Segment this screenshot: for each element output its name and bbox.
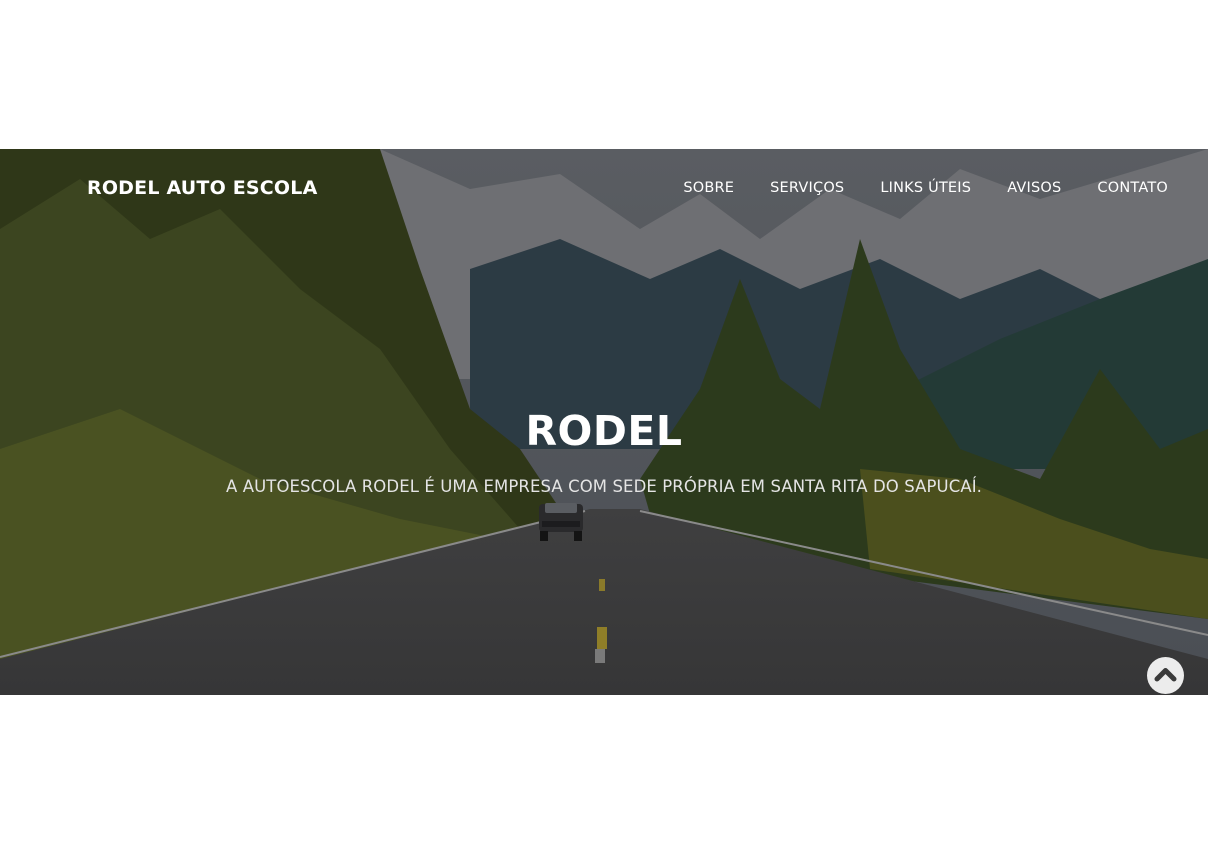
nav-links-uteis[interactable]: LINKS ÚTEIS xyxy=(880,180,971,196)
brand-logo[interactable]: RODEL AUTO ESCOLA xyxy=(87,177,318,199)
hero-section: RODEL AUTO ESCOLA SOBRE SERVIÇOS LINKS Ú… xyxy=(0,149,1208,695)
nav-contato[interactable]: CONTATO xyxy=(1097,180,1168,196)
nav-sobre[interactable]: SOBRE xyxy=(683,180,734,196)
nav-avisos[interactable]: AVISOS xyxy=(1007,180,1061,196)
scroll-to-top-button[interactable] xyxy=(1147,657,1184,694)
hero-title: RODEL xyxy=(525,407,683,455)
hero-subtitle: A AUTOESCOLA RODEL É UMA EMPRESA COM SED… xyxy=(225,477,983,496)
nav-servicos[interactable]: SERVIÇOS xyxy=(770,180,844,196)
chevron-up-icon xyxy=(1154,668,1177,682)
main-nav: SOBRE SERVIÇOS LINKS ÚTEIS AVISOS CONTAT… xyxy=(683,180,1168,196)
